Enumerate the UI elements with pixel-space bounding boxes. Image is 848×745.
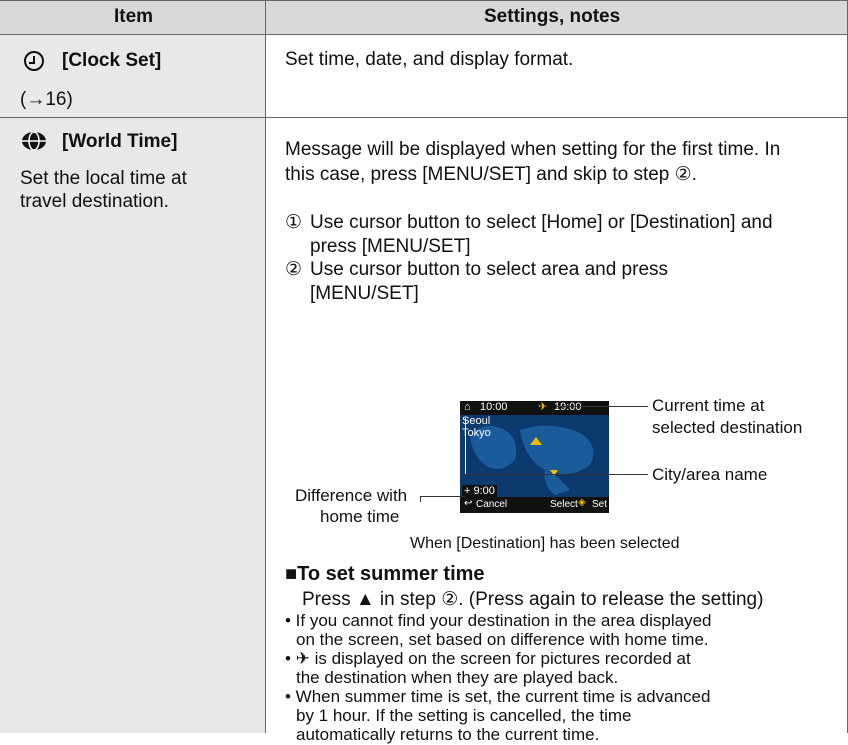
step-2-line1: Use cursor button to select area and pre…: [310, 259, 669, 280]
note-3-line1: • When summer time is set, the current t…: [285, 687, 711, 706]
world-time-intro-line1: Message will be displayed when setting f…: [285, 139, 781, 160]
header-item-label: Item: [114, 6, 154, 27]
illustration-caption: When [Destination] has been selected: [410, 535, 680, 552]
note-1-line1: • If you cannot find your destination in…: [285, 611, 712, 630]
screen-cancel-label: Cancel: [476, 499, 508, 510]
world-time-desc-line1: Set the local time at: [20, 168, 187, 189]
summer-time-instruction: Press ▲ in step ②. (Press again to relea…: [302, 589, 764, 610]
note-2-line2: the destination when they are played bac…: [296, 668, 619, 687]
table-row-divider: [0, 117, 848, 118]
clock-set-title: [Clock Set]: [62, 50, 162, 71]
note-1-line2: on the screen, set based on difference w…: [296, 630, 709, 649]
callout-current-time-line2: selected destination: [652, 418, 803, 437]
screen-top-bar: ⌂ 10:00 ✈ 19:00: [460, 401, 609, 415]
screen-set-label: Set: [592, 499, 608, 510]
world-time-intro-line2: this case, press [MENU/SET] and skip to …: [285, 164, 697, 185]
step-2-line2: [MENU/SET]: [310, 283, 419, 304]
step-2-number: ②: [285, 259, 303, 280]
table-header-divider: [0, 34, 848, 35]
note-3-line3: automatically returns to the current tim…: [296, 725, 600, 744]
clock-set-page-ref: (→16): [20, 89, 73, 110]
world-time-desc-line2: travel destination.: [20, 191, 169, 212]
airplane-icon: ✈: [538, 401, 548, 413]
header-settings-label: Settings, notes: [484, 6, 621, 27]
screen-dest-time: 19:00: [554, 401, 582, 413]
callout-current-time-line1: Current time at: [652, 396, 765, 415]
step-1-number: ①: [285, 212, 303, 233]
table-column-divider: [265, 0, 266, 733]
cursor-icon: ◈: [578, 497, 586, 508]
callout-difference-line2: home time: [320, 507, 400, 526]
world-time-icon: [22, 131, 46, 151]
note-3-line2: by 1 hour. If the setting is cancelled, …: [296, 706, 632, 725]
callout-line-current-time: [556, 406, 648, 407]
callout-line-difference-tick: [420, 496, 421, 502]
screen-bottom-bar: ↩ Cancel Select ◈ Set: [460, 497, 609, 513]
callout-line-city-vertical: [465, 418, 466, 474]
note-2-line1: • ✈ is displayed on the screen for pictu…: [285, 649, 691, 668]
callout-line-difference: [420, 496, 465, 497]
clock-set-description: Set time, date, and display format.: [285, 49, 574, 70]
clock-icon: [24, 51, 44, 71]
back-arrow-icon: ↩: [464, 498, 473, 509]
callout-city-name: City/area name: [652, 465, 768, 484]
step-1-line1: Use cursor button to select [Home] or [D…: [310, 212, 773, 233]
summer-time-heading: ■To set summer time: [285, 563, 485, 585]
camera-screen-illustration: ⌂ 10:00 ✈ 19:00 Seoul Tokyo + 9:00 ↩ Can…: [460, 401, 609, 513]
screen-home-time: 10:00: [480, 401, 508, 413]
step-1-line2: press [MENU/SET]: [310, 236, 471, 257]
manual-page: Item Settings, notes [Clock Set] (→16) S…: [0, 0, 848, 744]
screen-select-label: Select: [550, 499, 578, 510]
screen-city-2: Tokyo: [462, 427, 491, 439]
home-icon: ⌂: [464, 401, 471, 413]
callout-line-city: [465, 474, 648, 475]
callout-difference-line1: Difference with: [295, 486, 408, 505]
world-time-title: [World Time]: [62, 131, 178, 152]
table-border-top: [0, 0, 848, 1]
